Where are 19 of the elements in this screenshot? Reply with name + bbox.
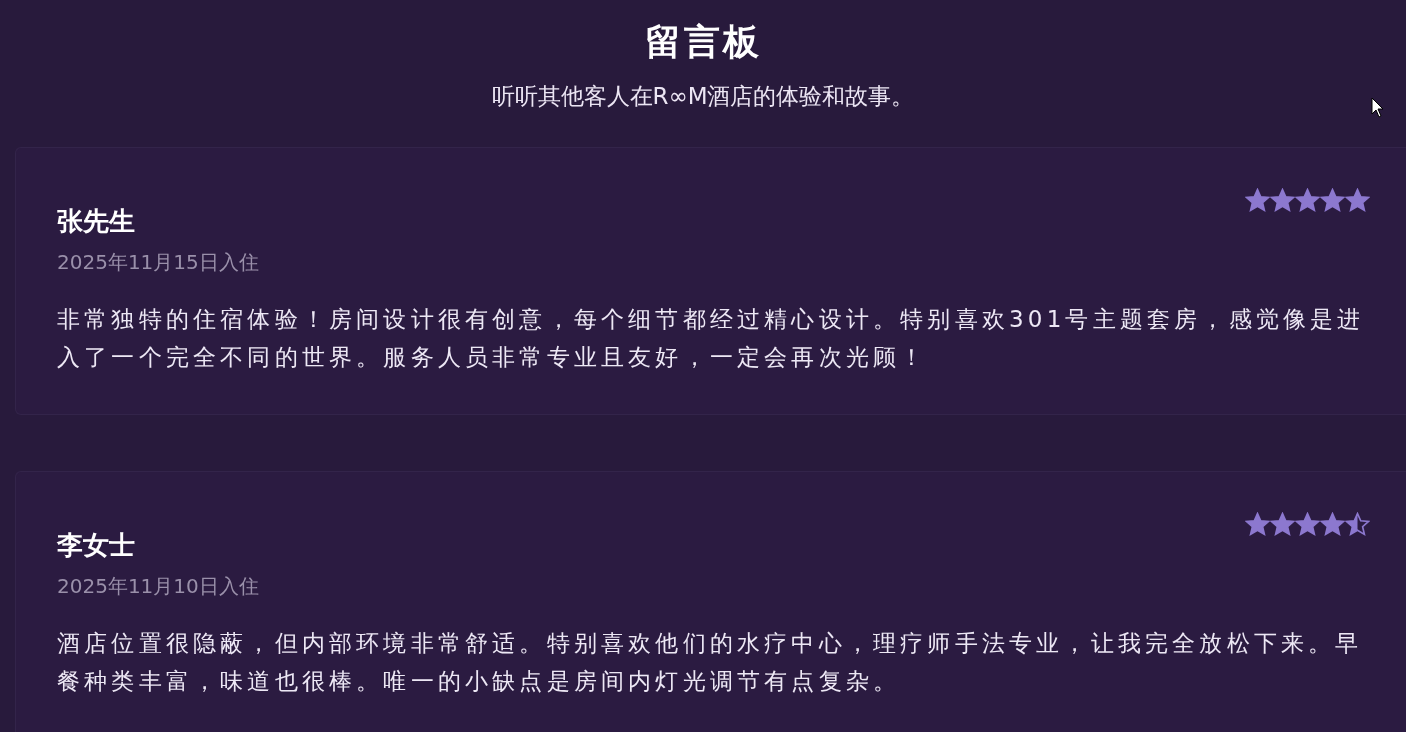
- star-icon: [1270, 512, 1295, 537]
- star-icon: [1270, 188, 1295, 213]
- star-icon: [1295, 512, 1320, 537]
- cursor-icon: [1371, 97, 1385, 119]
- review-text: 非常独特的住宿体验！房间设计很有创意，每个细节都经过精心设计。特别喜欢301号主题套房，感觉像是进入了一个完全不同的世界。服务人员非常专业且友好，一定会再次光顾！: [57, 305, 1366, 372]
- page-title: 留言板: [644, 19, 762, 64]
- reviewer-name: 李女士: [57, 529, 136, 562]
- star-icon: [1320, 512, 1345, 537]
- stay-date: 2025年11月15日入住: [57, 249, 259, 276]
- stay-date: 2025年11月10日入住: [57, 573, 259, 600]
- star-icon: [1245, 512, 1270, 537]
- star-icon: [1295, 188, 1320, 213]
- star-icon: [1245, 188, 1270, 213]
- review-text: 酒店位置很隐蔽，但内部环境非常舒适。特别喜欢他们的水疗中心，理疗师手法专业，让我完全放松下来。早餐种类丰富，味道也很棒。唯一的小缺点是房间内灯光调节有点复杂。: [57, 629, 1364, 696]
- star-icon: [1345, 188, 1370, 213]
- page-subtitle: 听听其他客人在R∞M酒店的体验和故事。: [491, 82, 915, 111]
- reviewer-name: 张先生: [57, 205, 136, 238]
- star-icon: [1345, 512, 1370, 537]
- star-icon: [1320, 188, 1345, 213]
